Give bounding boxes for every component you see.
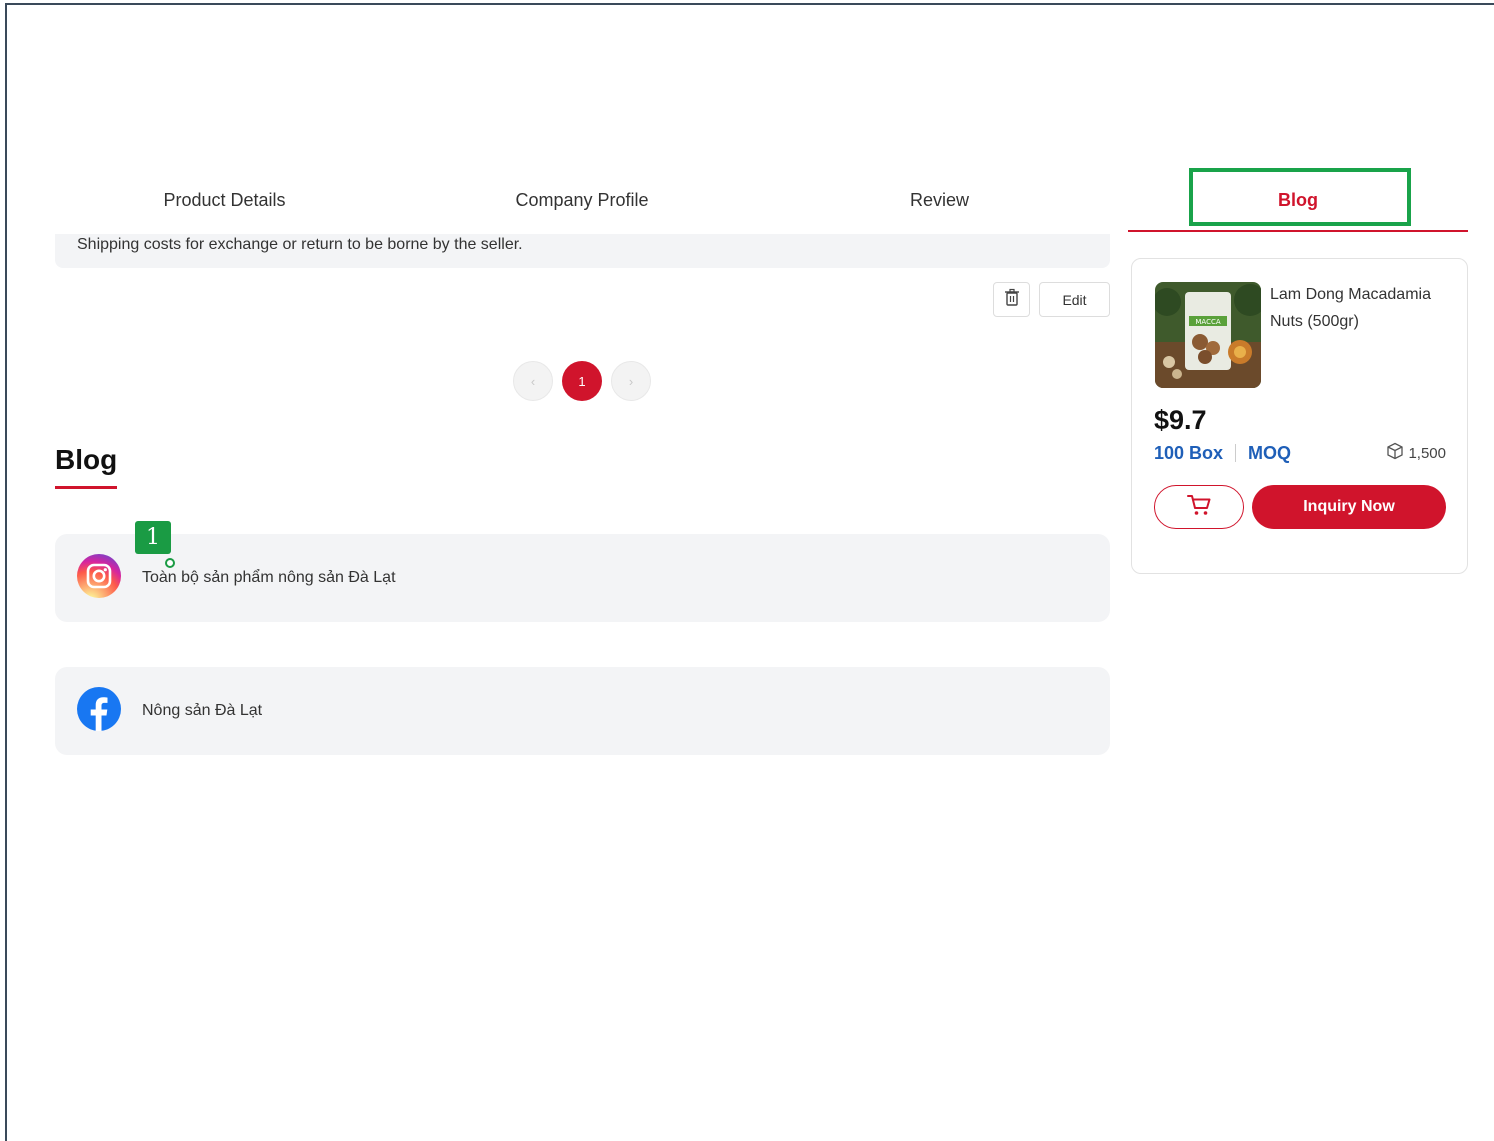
moq-quantity: 100 Box <box>1154 442 1224 463</box>
stock-count: 1,500 <box>1408 444 1446 462</box>
page-1-button[interactable]: 1 <box>562 361 602 401</box>
edit-button[interactable]: Edit <box>1039 282 1110 317</box>
annotation-marker-dot <box>165 558 175 568</box>
shipping-note: Shipping costs for exchange or return to… <box>55 234 1110 268</box>
moq-label: MOQ <box>1248 442 1292 463</box>
stock-info: 1,500 <box>1386 442 1446 464</box>
pagination: ‹ 1 › <box>513 361 651 401</box>
delete-button[interactable] <box>993 282 1030 317</box>
product-image[interactable]: MACCA <box>1155 282 1261 388</box>
active-tab-underline <box>1128 230 1468 232</box>
product-name[interactable]: Lam Dong Macadamia Nuts (500gr) <box>1270 281 1450 335</box>
chevron-left-icon: ‹ <box>530 373 536 389</box>
tab-blog-label: Blog <box>1278 189 1318 210</box>
svg-text:MACCA: MACCA <box>1195 318 1220 326</box>
annotation-marker: 1 <box>135 521 171 554</box>
add-to-cart-button[interactable] <box>1154 485 1244 529</box>
blog-item-facebook[interactable]: Nông sản Đà Lạt <box>55 667 1110 755</box>
blog-title-underline <box>55 486 117 489</box>
next-page-button[interactable]: › <box>611 361 651 401</box>
product-card: MACCA Lam Dong Macadamia Nuts (500gr) $9… <box>1131 258 1468 574</box>
blog-item-label: Toàn bộ sản phẩm nông sản Đà Lạt <box>142 569 396 586</box>
tab-company-profile[interactable]: Company Profile <box>402 170 762 230</box>
blog-item-instagram[interactable]: Toàn bộ sản phẩm nông sản Đà Lạt <box>55 534 1110 622</box>
facebook-icon <box>77 686 121 736</box>
chevron-right-icon: › <box>628 373 634 389</box>
blog-item-label: Nông sản Đà Lạt <box>142 702 263 719</box>
instagram-icon <box>77 553 121 603</box>
prev-page-button[interactable]: ‹ <box>513 361 553 401</box>
cart-icon <box>1186 493 1212 522</box>
tab-blog[interactable]: Blog <box>1128 170 1468 232</box>
moq-row: 100 Box MOQ 1,500 <box>1154 442 1446 464</box>
product-price: $9.7 <box>1154 405 1207 435</box>
inquiry-now-button[interactable]: Inquiry Now <box>1252 485 1446 529</box>
tab-review[interactable]: Review <box>762 170 1117 230</box>
tab-product-details[interactable]: Product Details <box>47 170 402 230</box>
moq-divider <box>1235 444 1237 462</box>
trash-icon <box>1004 288 1020 311</box>
box-icon <box>1386 442 1404 464</box>
blog-section-title: Blog <box>55 444 118 475</box>
tab-bar: Product Details Company Profile Review B… <box>47 170 1468 234</box>
